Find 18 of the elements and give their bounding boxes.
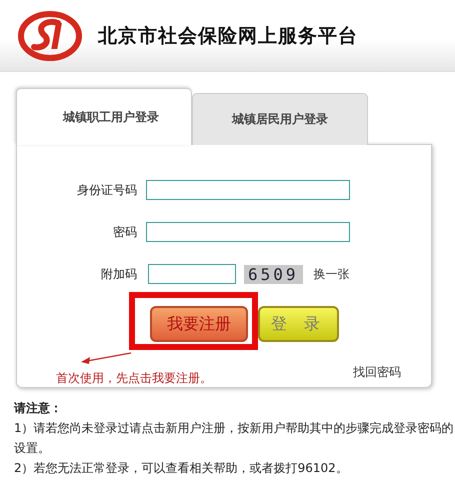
- arrow-icon: [79, 351, 133, 365]
- hint-text: 首次使用，先点击我要注册。: [56, 370, 212, 387]
- password-field[interactable]: [146, 222, 350, 242]
- site-title: 北京市社会保险网上服务平台: [98, 24, 358, 48]
- tab[interactable]: 城镇职工用户登录: [16, 88, 192, 145]
- notice-title: 请注意：: [14, 400, 63, 417]
- refresh-link[interactable]: 换一张: [314, 266, 350, 282]
- field-label: 身份证号码: [76, 182, 137, 198]
- notice-text: 2）若您无法正常登录，可以查看相关帮助，或者拨打96102。: [14, 460, 349, 477]
- captcha-image: 6509: [244, 264, 303, 284]
- notice-text: 1）请若您尚未登录过请点击新用户注册，按新用户帮助其中的步骤完成登录密码的设置。: [14, 420, 454, 457]
- tab[interactable]: 城镇居民用户登录: [192, 93, 368, 145]
- captcha-field[interactable]: [148, 264, 236, 284]
- logo-icon: [18, 10, 82, 60]
- input-field[interactable]: [146, 180, 350, 200]
- field-label: 密码: [112, 224, 137, 240]
- field-label: 附加码: [100, 266, 137, 282]
- forgot-password-link[interactable]: 找回密码: [353, 364, 401, 387]
